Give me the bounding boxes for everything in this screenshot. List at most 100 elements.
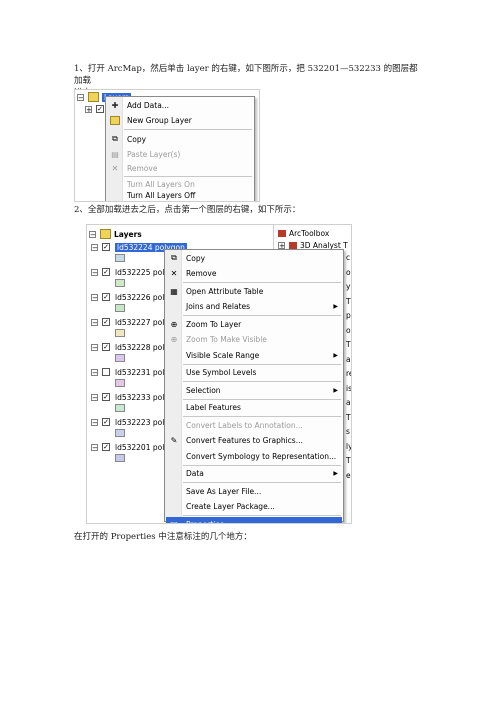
- menu-item-visible-scale-range[interactable]: Visible Scale Range ▶: [166, 348, 342, 362]
- menu-item-create-layer-package[interactable]: Create Layer Package...: [166, 500, 342, 514]
- toolbox-icon: [278, 230, 286, 237]
- menu-item-zoom-to-make-visible[interactable]: ⊕ Zoom To Make Visible: [166, 333, 342, 347]
- submenu-arrow-icon: ▶: [333, 351, 338, 359]
- collapse-icon[interactable]: −: [91, 393, 98, 401]
- menu-item-convert-features-to-graphics[interactable]: ✎ Convert Features to Graphics...: [166, 434, 342, 448]
- layer-symbol-swatch[interactable]: [115, 279, 125, 287]
- layer-checkbox[interactable]: ✓: [96, 105, 104, 113]
- add-data-icon: ✚: [111, 100, 119, 110]
- layer-symbol-swatch[interactable]: [115, 429, 125, 437]
- layer-row[interactable]: − ✓ ld532201 poly: [91, 441, 169, 453]
- layer-row[interactable]: − ✓ ld532225 poly: [91, 266, 169, 278]
- toolbox-icon: [289, 242, 297, 249]
- menu-item-paste-layers[interactable]: ▤ Paste Layer(s): [107, 147, 253, 161]
- collapse-icon[interactable]: −: [77, 93, 84, 101]
- copy-icon: ⧉: [112, 134, 118, 143]
- layer-visibility-checkbox[interactable]: [102, 368, 110, 376]
- collapse-icon[interactable]: −: [89, 230, 96, 238]
- layer-symbol-swatch[interactable]: [115, 354, 125, 362]
- layer-symbol-swatch[interactable]: [115, 404, 125, 412]
- toolbox-truncated-item[interactable]: T: [346, 456, 351, 465]
- collapse-icon[interactable]: −: [91, 443, 98, 451]
- collapse-icon[interactable]: −: [91, 293, 98, 301]
- toolbox-truncated-item[interactable]: y: [346, 282, 350, 291]
- menu-item-zoom-to-layer[interactable]: ⊕ Zoom To Layer: [166, 317, 342, 331]
- layer-name: ld532228 poly: [115, 342, 169, 352]
- layer-row[interactable]: − ✓ ld532233 poly: [91, 391, 169, 403]
- toolbox-truncated-item[interactable]: ol: [346, 268, 351, 277]
- menu-separator: [124, 129, 252, 130]
- zoom-visible-icon: ⊕: [170, 335, 178, 344]
- layer-symbol-swatch[interactable]: [115, 329, 125, 337]
- menu-item-convert-labels-to-annotation[interactable]: Convert Labels to Annotation...: [166, 418, 342, 432]
- collapse-icon[interactable]: −: [91, 368, 98, 376]
- expand-icon[interactable]: +: [85, 105, 92, 113]
- layer-symbol-swatch[interactable]: [115, 304, 125, 312]
- collapse-icon[interactable]: −: [91, 243, 98, 251]
- submenu-arrow-icon: ▶: [333, 470, 338, 477]
- layer-visibility-checkbox[interactable]: ✓: [102, 243, 110, 251]
- menu-item-use-symbol-levels[interactable]: Use Symbol Levels: [166, 366, 342, 380]
- menu-item-data[interactable]: Data ▶: [166, 467, 342, 481]
- menu-item-turn-all-layers-on[interactable]: Turn All Layers On: [107, 177, 253, 191]
- layer-row[interactable]: − ✓ ld532228 poly: [91, 341, 169, 353]
- menu-item-save-as-layer-file[interactable]: Save As Layer File...: [166, 484, 342, 498]
- expand-icon[interactable]: +: [278, 242, 285, 250]
- toolbox-truncated-item[interactable]: re: [346, 369, 351, 378]
- layer-visibility-checkbox[interactable]: ✓: [102, 293, 110, 301]
- layer-name: ld532201 poly: [115, 442, 169, 452]
- layer-row[interactable]: − ✓ ld532227 poly: [91, 316, 169, 328]
- layer-name: ld532233 poly: [115, 392, 169, 402]
- layer-symbol-swatch[interactable]: [115, 254, 125, 262]
- layer-row[interactable]: − ✓ ld532223 poly: [91, 416, 169, 428]
- toolbox-truncated-item[interactable]: e: [346, 471, 351, 480]
- menu-item-copy[interactable]: ⧉ Copy: [166, 251, 342, 265]
- group-layer-icon: [107, 113, 123, 127]
- menu-item-remove[interactable]: ✕ Remove: [166, 267, 342, 281]
- toolbox-truncated-item[interactable]: T: [346, 340, 351, 349]
- menu-item-add-data[interactable]: ✚ Add Data...: [107, 98, 253, 112]
- collapse-icon[interactable]: −: [91, 343, 98, 351]
- tree-root-layers[interactable]: − Layers: [89, 228, 142, 240]
- layer-visibility-checkbox[interactable]: ✓: [102, 268, 110, 276]
- layer-row[interactable]: − ✓ ld532226 poly: [91, 291, 169, 303]
- menu-item-turn-all-layers-off[interactable]: Turn All Layers Off: [107, 190, 253, 201]
- menu-item-selection[interactable]: Selection ▶: [166, 383, 342, 397]
- toolbox-truncated-item[interactable]: al: [346, 355, 351, 364]
- toolbox-truncated-item[interactable]: c: [346, 253, 350, 262]
- toolbox-truncated-item[interactable]: s: [346, 427, 350, 436]
- layer-visibility-checkbox[interactable]: ✓: [102, 318, 110, 326]
- menu-item-new-group-layer[interactable]: New Group Layer: [107, 113, 253, 127]
- layer-symbol-swatch[interactable]: [115, 379, 125, 387]
- toolbox-truncated-item[interactable]: T: [346, 413, 351, 422]
- menu-item-remove[interactable]: ✕ Remove: [107, 161, 253, 175]
- menu-separator: [183, 363, 341, 365]
- menu-item-joins-and-relates[interactable]: Joins and Relates ▶: [166, 300, 342, 314]
- layer-visibility-checkbox[interactable]: ✓: [102, 418, 110, 426]
- layer-visibility-checkbox[interactable]: ✓: [102, 393, 110, 401]
- menu-item-properties[interactable]: ▣ Properties...: [166, 517, 342, 523]
- collapse-icon[interactable]: −: [91, 268, 98, 276]
- toolbox-truncated-item[interactable]: T: [346, 297, 351, 306]
- layer-row[interactable]: − ld532231 poly: [91, 366, 169, 378]
- copy-icon: ⧉: [171, 253, 177, 262]
- toolbox-truncated-item[interactable]: a: [346, 398, 351, 407]
- menu-item-label-features[interactable]: Label Features: [166, 401, 342, 415]
- remove-icon: ✕: [170, 269, 178, 278]
- collapse-icon[interactable]: −: [91, 418, 98, 426]
- layer-symbol-swatch[interactable]: [115, 454, 125, 462]
- collapse-icon[interactable]: −: [91, 318, 98, 326]
- toolbox-truncated-item[interactable]: pe: [346, 311, 351, 320]
- arctoolbox-title: ArcToolbox: [278, 229, 329, 238]
- menu-item-convert-symbology-to-representation[interactable]: Convert Symbology to Representation...: [166, 449, 342, 463]
- layer-visibility-checkbox[interactable]: ✓: [102, 443, 110, 451]
- menu-item-copy[interactable]: ⧉ Copy: [107, 132, 253, 146]
- toolbox-truncated-item[interactable]: is: [346, 384, 351, 393]
- remove-icon: ✕: [111, 163, 119, 173]
- toolbox-truncated-item[interactable]: o: [346, 326, 351, 335]
- menu-item-open-attribute-table[interactable]: ▦ Open Attribute Table: [166, 284, 342, 298]
- layer-name: ld532223 poly: [115, 417, 169, 427]
- layer-visibility-checkbox[interactable]: ✓: [102, 343, 110, 351]
- toolbox-truncated-item[interactable]: ly: [346, 442, 351, 451]
- submenu-arrow-icon: ▶: [333, 386, 338, 394]
